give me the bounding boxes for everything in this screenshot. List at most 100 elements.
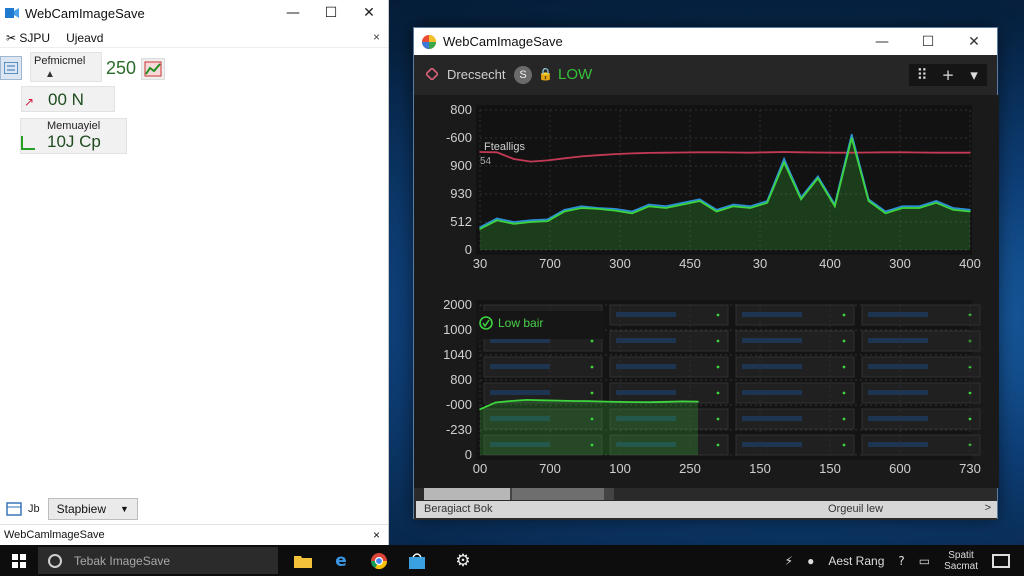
edge-icon[interactable]: e [322, 548, 360, 573]
network-tray-icon[interactable]: ⚡ [785, 554, 793, 568]
chart-icon [144, 61, 162, 77]
rack-led [716, 391, 720, 395]
network-value: 00 N [48, 90, 84, 109]
rack-led-strip [742, 390, 802, 395]
left-window: WebCamImageSave — ☐ ✕ ✂ SJPU Ujeavd × Pe… [0, 0, 389, 545]
rack-led [842, 365, 846, 369]
tray-text[interactable]: Aest Rang [828, 554, 884, 568]
close-button[interactable]: ✕ [951, 28, 997, 55]
x-tick-label: 450 [679, 256, 701, 271]
dot-tray-icon[interactable]: ● [807, 554, 814, 568]
monitor-tray-icon[interactable]: ▭ [919, 554, 930, 568]
chevron-down-icon: ▼ [120, 504, 129, 514]
rack-led-strip [868, 416, 928, 421]
chart-button[interactable] [141, 58, 165, 80]
webcam-color-icon [422, 34, 436, 49]
rack-led-strip [616, 338, 676, 343]
rack-led [716, 339, 720, 343]
y-tick-label: -600 [446, 130, 472, 145]
taskbar-search[interactable]: Tebak ImageSave [38, 547, 278, 574]
chart1-subtitle: 54 [480, 156, 492, 167]
x-tick-label: 700 [539, 256, 561, 271]
y-tick-label: -230 [446, 422, 472, 437]
x-tick-label: 300 [889, 256, 911, 271]
system-tray: ⚡ ● Aest Rang ? ▭ Spatit Sacmat [785, 545, 1024, 576]
menu-sjpu[interactable]: ✂ SJPU [6, 31, 50, 45]
settings-icon[interactable]: ⚙ [444, 548, 482, 573]
statusbar-left: Beragiact Bok [424, 503, 493, 515]
tools-icon: ✂ [6, 30, 17, 45]
memory-card[interactable]: Memuayiel 10J Cp [20, 118, 127, 154]
store-icon[interactable] [398, 548, 436, 573]
rack-led-strip [868, 364, 928, 369]
left-status-line: WebCamlmageSave × [0, 524, 388, 544]
memory-label: Memuayiel [47, 120, 101, 132]
monitor-charts: 800 -600 900 930 512 0 30 700 300 450 30 400 300 400… [414, 95, 999, 488]
y-tick-label: 2000 [443, 297, 472, 312]
rack-led [842, 339, 846, 343]
list-icon [4, 62, 18, 74]
network-card[interactable]: ↗ 00 N [21, 86, 115, 112]
rack-led-strip [616, 364, 676, 369]
menu-close-icon[interactable]: × [373, 30, 380, 44]
x-tick-label: 730 [959, 461, 981, 476]
left-window-title: WebCamImageSave [25, 5, 145, 21]
help-tray-icon[interactable]: ? [898, 554, 904, 568]
rack-led-strip [490, 364, 550, 369]
rack-led [842, 443, 846, 447]
add-icon[interactable]: + [935, 64, 961, 86]
x-tick-label: 300 [609, 256, 631, 271]
monitor-toolbar: Drecsecht S 🔒 LOW ⠿ + ▾ [414, 55, 997, 95]
rack-led-strip [868, 338, 928, 343]
view-dropdown[interactable]: Stapbiew ▼ [47, 498, 138, 520]
maximize-button[interactable]: ☐ [312, 0, 350, 26]
y-tick-label: 1040 [443, 347, 472, 362]
memory-bracket-icon [21, 136, 35, 150]
menu-ujeavd[interactable]: Ujeavd [66, 31, 103, 45]
sidebar-toggle-button[interactable] [0, 56, 22, 80]
toolbar-label: Drecsecht [447, 67, 506, 82]
clock[interactable]: Spatit Sacmat [944, 550, 978, 572]
start-button[interactable] [0, 545, 38, 576]
windows-logo-icon [12, 553, 26, 568]
notifications-icon[interactable] [992, 553, 1010, 568]
file-explorer-icon[interactable] [284, 548, 322, 573]
performance-card[interactable]: Pefmicmel ▲ [30, 52, 102, 82]
chart2-annotation: Low bair [498, 316, 543, 330]
x-tick-label: 30 [473, 256, 487, 271]
chevron-down-icon[interactable]: ▾ [961, 64, 987, 86]
rack-led [968, 391, 972, 395]
folder-tree-icon[interactable] [4, 501, 24, 517]
chrome-icon[interactable] [360, 548, 398, 573]
x-tick-label: 400 [819, 256, 841, 271]
diamond-icon [426, 68, 438, 80]
rack-led [842, 417, 846, 421]
cortana-icon [48, 553, 62, 568]
scrollbar-thumb[interactable] [424, 488, 510, 500]
load-status: LOW [558, 66, 593, 83]
left-titlebar: WebCamImageSave — ☐ ✕ [0, 0, 388, 26]
minimize-button[interactable]: — [859, 28, 905, 55]
performance-value: 250 [106, 58, 137, 78]
close-button[interactable]: ✕ [350, 0, 388, 26]
lock-icon: 🔒 [538, 67, 553, 81]
y-tick-label: 512 [450, 214, 472, 229]
up-arrow-icon: ▲ [45, 69, 55, 80]
rack-led-strip [868, 312, 928, 317]
toolbar-buttons: ⠿ + ▾ [909, 64, 987, 86]
rack-led-strip [868, 442, 928, 447]
maximize-button[interactable]: ☐ [905, 28, 951, 55]
minimize-button[interactable]: — [274, 0, 312, 26]
menu-sjpu-label: SJPU [19, 30, 51, 45]
y-tick-label: 0 [465, 242, 472, 257]
rack-led [716, 417, 720, 421]
rack-led [842, 391, 846, 395]
right-bottom-area: Beragiact Bok Orgeuil lew > [414, 488, 997, 520]
grid-icon[interactable]: ⠿ [909, 64, 935, 86]
scrollbar-segment[interactable] [512, 488, 604, 500]
clock-line1: Spatit [948, 549, 974, 561]
search-placeholder: Tebak ImageSave [74, 553, 171, 568]
left-menubar: ✂ SJPU Ujeavd × [0, 28, 388, 48]
statusbar-arrow-icon[interactable]: > [985, 502, 991, 514]
status-close-icon[interactable]: × [373, 528, 380, 542]
